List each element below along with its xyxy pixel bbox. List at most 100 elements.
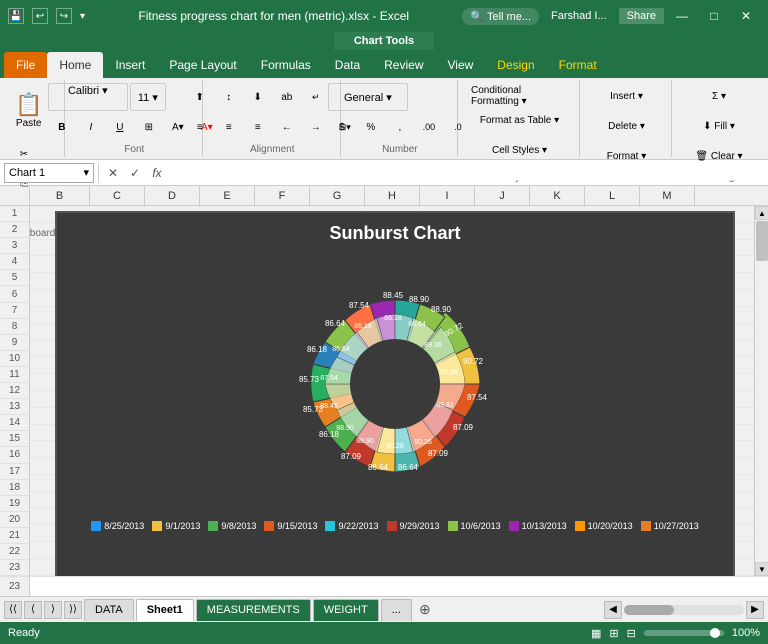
undo-icon[interactable]: ↩ [32, 8, 48, 24]
align-left-button[interactable]: ≡ [186, 113, 214, 141]
col-m[interactable]: M [640, 186, 695, 205]
orientation-button[interactable]: ab [273, 83, 301, 111]
wrap-text-button[interactable]: ↵ [302, 83, 330, 111]
tab-data[interactable]: Data [323, 52, 372, 78]
paste-icon: 📋 [15, 92, 42, 118]
zoom-slider[interactable] [644, 630, 724, 636]
tab-data[interactable]: DATA [84, 599, 134, 621]
view-normal-icon[interactable]: ▦ [591, 627, 601, 640]
tab-page-layout[interactable]: Page Layout [157, 52, 248, 78]
sheet-area[interactable]: Sunburst Chart [30, 206, 754, 576]
tab-file[interactable]: File [4, 52, 47, 78]
tab-sheet1[interactable]: Sheet1 [136, 599, 194, 621]
conditional-formatting-button[interactable]: Conditional Formatting ▾ [466, 82, 573, 110]
number-format-dropdown[interactable]: General ▾ [328, 83, 408, 111]
confirm-formula-button[interactable]: ✓ [125, 163, 145, 183]
fill-button[interactable]: ⬇ Fill ▾ [690, 112, 747, 140]
tab-more[interactable]: ... [381, 599, 412, 621]
col-l[interactable]: L [585, 186, 640, 205]
scroll-thumb[interactable] [756, 221, 768, 261]
save-icon[interactable]: 💾 [8, 8, 24, 24]
tell-me-box[interactable]: 🔍 Tell me... [462, 8, 539, 25]
col-b[interactable]: B [30, 186, 90, 205]
align-center-button[interactable]: ≡ [215, 113, 243, 141]
align-top-button[interactable]: ⬆ [186, 83, 214, 111]
tab-weight[interactable]: WEIGHT [313, 599, 379, 621]
comma-button[interactable]: , [386, 113, 414, 141]
row-numbers: 1 2 3 4 5 6 7 8 9 10 11 12 13 14 15 16 1… [0, 206, 30, 576]
add-sheet-button[interactable]: ⊕ [414, 599, 436, 621]
h-scroll-right[interactable]: ▶ [746, 601, 764, 619]
insert-cells-button[interactable]: Insert ▾ [602, 82, 651, 110]
svg-text:87.09: 87.09 [453, 423, 474, 432]
name-box-dropdown[interactable]: ▾ [83, 166, 89, 179]
sheet-next-button[interactable]: ⟩ [44, 601, 62, 619]
tab-home[interactable]: Home [47, 52, 103, 78]
h-scroll-left[interactable]: ◀ [604, 601, 622, 619]
redo-icon[interactable]: ↪ [56, 8, 72, 24]
scroll-up-button[interactable]: ▲ [755, 206, 768, 220]
insert-function-button[interactable]: fx [147, 163, 167, 183]
name-box[interactable]: Chart 1 ▾ [4, 163, 94, 183]
col-j[interactable]: J [475, 186, 530, 205]
view-page-layout-icon[interactable]: ⊞ [609, 627, 618, 640]
sheet-first-button[interactable]: ⟨⟨ [4, 601, 22, 619]
italic-button[interactable]: I [77, 113, 105, 141]
scroll-down-button[interactable]: ▼ [755, 562, 768, 576]
col-e[interactable]: E [200, 186, 255, 205]
align-right-button[interactable]: ≡ [244, 113, 272, 141]
tab-insert[interactable]: Insert [103, 52, 157, 78]
autosum-button[interactable]: Σ ▾ [690, 82, 747, 110]
col-d[interactable]: D [145, 186, 200, 205]
vertical-scrollbar[interactable]: ▲ ▼ [754, 206, 768, 576]
col-h[interactable]: H [365, 186, 420, 205]
formula-input[interactable] [171, 166, 764, 180]
col-k[interactable]: K [530, 186, 585, 205]
bold-button[interactable]: B [48, 113, 76, 141]
legend-dot-3 [208, 521, 218, 531]
border-button[interactable]: ⊞ [135, 113, 163, 141]
percent-button[interactable]: % [357, 113, 385, 141]
tab-design[interactable]: Design [485, 52, 546, 78]
font-name-dropdown[interactable]: Calibri ▾ [48, 83, 128, 111]
col-g[interactable]: G [310, 186, 365, 205]
row-20: 20 [0, 512, 29, 528]
scroll-track[interactable] [755, 220, 768, 562]
align-middle-button[interactable]: ↕ [215, 83, 243, 111]
formula-separator [98, 163, 99, 183]
cancel-formula-button[interactable]: ✕ [103, 163, 123, 183]
col-i[interactable]: I [420, 186, 475, 205]
chart-object[interactable]: Sunburst Chart [55, 211, 735, 576]
share-button[interactable]: Share [619, 8, 664, 24]
tab-measurements[interactable]: MEASUREMENTS [196, 599, 311, 621]
paste-button[interactable]: 📋 Paste [10, 82, 47, 138]
sheet-last-button[interactable]: ⟩⟩ [64, 601, 82, 619]
font-size-dropdown[interactable]: 11 ▾ [130, 83, 166, 111]
decrease-indent-button[interactable]: ← [273, 113, 301, 141]
delete-cells-button[interactable]: Delete ▾ [602, 112, 651, 140]
col-c[interactable]: C [90, 186, 145, 205]
underline-button[interactable]: U [106, 113, 134, 141]
decrease-decimal-button[interactable]: .00 [415, 113, 443, 141]
maximize-button[interactable]: □ [700, 6, 728, 26]
tab-formulas[interactable]: Formulas [249, 52, 323, 78]
row-4: 4 [0, 254, 29, 270]
tab-view[interactable]: View [436, 52, 486, 78]
legend-dot-8 [509, 521, 519, 531]
formula-buttons: ✕ ✓ fx [103, 163, 167, 183]
sheet-prev-button[interactable]: ⟨ [24, 601, 42, 619]
view-page-break-icon[interactable]: ⊟ [627, 627, 636, 640]
zoom-thumb [710, 628, 720, 638]
close-button[interactable]: ✕ [732, 6, 760, 26]
align-bottom-button[interactable]: ⬇ [244, 83, 272, 111]
tab-review[interactable]: Review [372, 52, 435, 78]
h-scroll-track[interactable] [624, 605, 744, 615]
h-scroll-thumb[interactable] [624, 605, 674, 615]
minimize-button[interactable]: — [668, 6, 696, 26]
accounting-button[interactable]: $ [328, 113, 356, 141]
status-right: ▦ ⊞ ⊟ 100% [591, 627, 760, 640]
format-as-table-button[interactable]: Format as Table ▾ [466, 112, 573, 140]
tab-format[interactable]: Format [547, 52, 609, 78]
increase-indent-button[interactable]: → [302, 113, 330, 141]
col-f[interactable]: F [255, 186, 310, 205]
